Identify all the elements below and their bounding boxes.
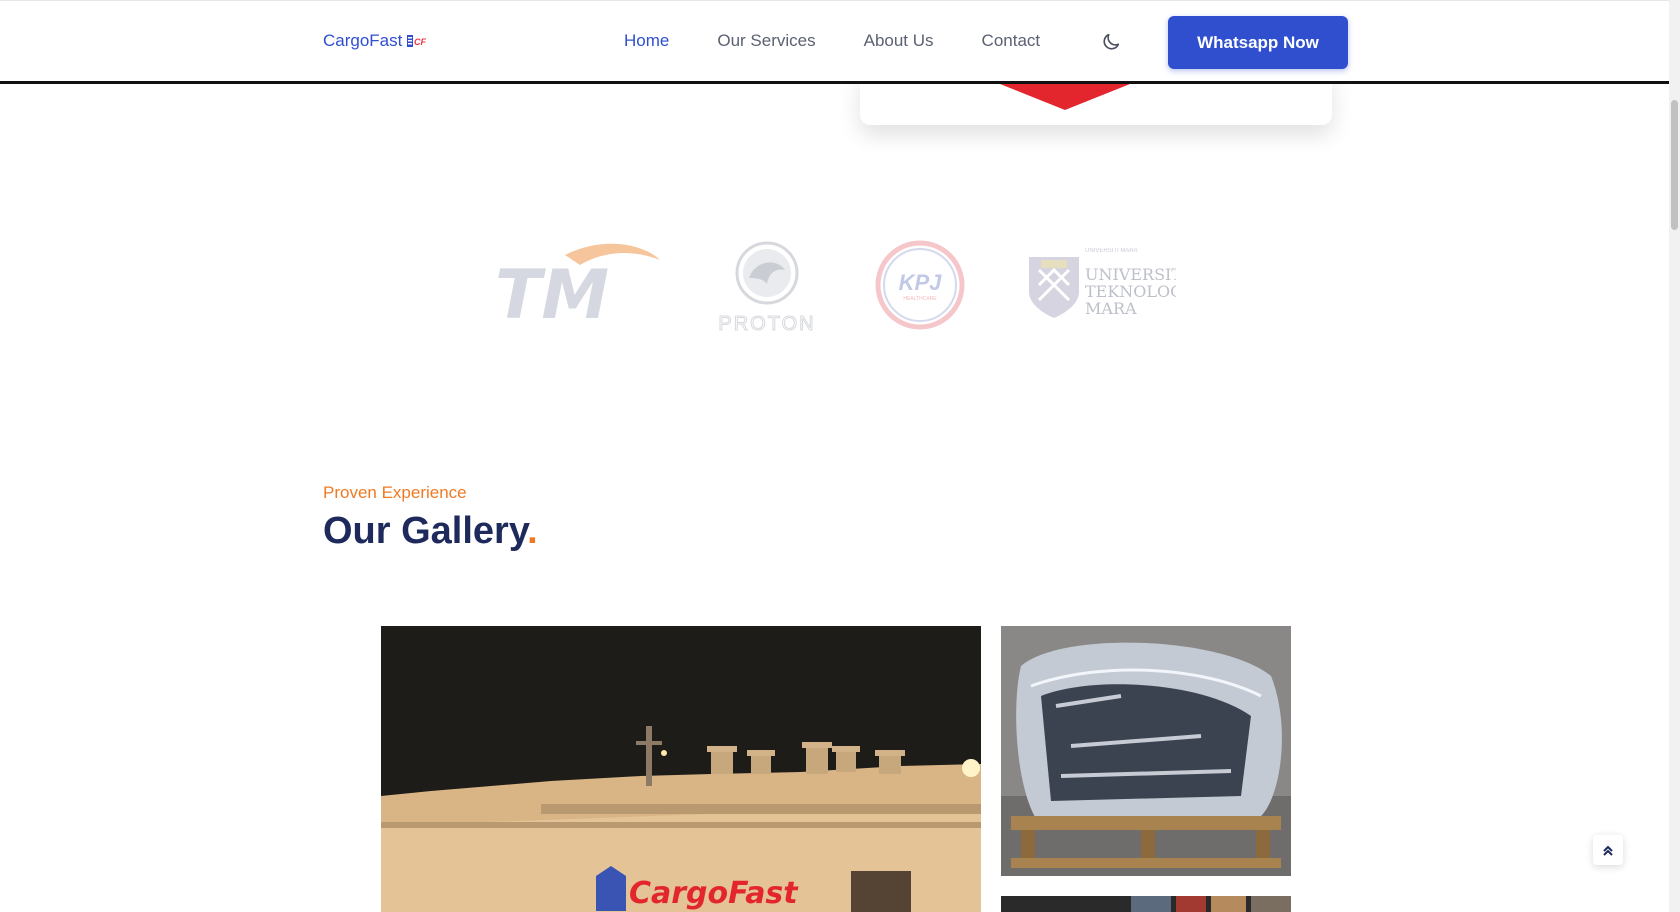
nav-links: Home Our Services About Us Contact	[624, 31, 1088, 51]
client-logo-proton: PROTON	[718, 241, 815, 335]
gallery-eyebrow: Proven Experience	[323, 483, 467, 502]
svg-text:MARA: MARA	[1085, 299, 1137, 318]
nav-about-us[interactable]: About Us	[864, 31, 934, 51]
svg-text:KPJ: KPJ	[899, 270, 943, 295]
nav-contact[interactable]: Contact	[982, 31, 1041, 51]
client-logo-tm: TM	[495, 243, 660, 325]
moon-icon[interactable]	[1100, 31, 1122, 53]
svg-text:UNIVERSITI MARA: UNIVERSITI MARA	[1085, 248, 1138, 254]
client-logos: TM PROTON KPJ HEALTHCARE UNIVERSITI MARA…	[495, 240, 1176, 340]
scrollbar-thumb[interactable]	[1671, 100, 1678, 230]
gallery-image-ship[interactable]: CargoFast	[381, 626, 981, 912]
brand-name: CargoFast	[323, 31, 403, 50]
gallery-image-pallet[interactable]	[1001, 626, 1291, 876]
svg-text:PROTON: PROTON	[718, 313, 815, 335]
svg-text:CF: CF	[414, 37, 426, 47]
gallery-image-containers[interactable]	[1001, 896, 1291, 912]
svg-text:CargoFast: CargoFast	[629, 876, 799, 911]
scrollbar[interactable]	[1669, 0, 1680, 912]
whatsapp-now-button[interactable]: Whatsapp Now	[1168, 16, 1348, 69]
client-logo-kpj: KPJ HEALTHCARE	[875, 240, 965, 330]
double-chevron-up-icon	[1603, 845, 1613, 856]
scroll-to-top-button[interactable]	[1593, 835, 1623, 865]
svg-text:HEALTHCARE: HEALTHCARE	[903, 296, 937, 302]
nav-our-services[interactable]: Our Services	[717, 31, 815, 51]
svg-text:TM: TM	[495, 256, 609, 325]
brand-mark-icon: CF	[407, 35, 426, 47]
hero-graphic	[990, 80, 1140, 110]
client-logo-uitm: UNIVERSITI MARA UNIVERSITI TEKNOLOGI MAR…	[1029, 248, 1176, 318]
gallery-title: Our Gallery.	[323, 510, 538, 552]
brand-logo[interactable]: CargoFast CF	[323, 31, 426, 51]
navbar: CargoFast CF Home Our Services About Us …	[0, 0, 1669, 84]
nav-home[interactable]: Home	[624, 31, 669, 51]
